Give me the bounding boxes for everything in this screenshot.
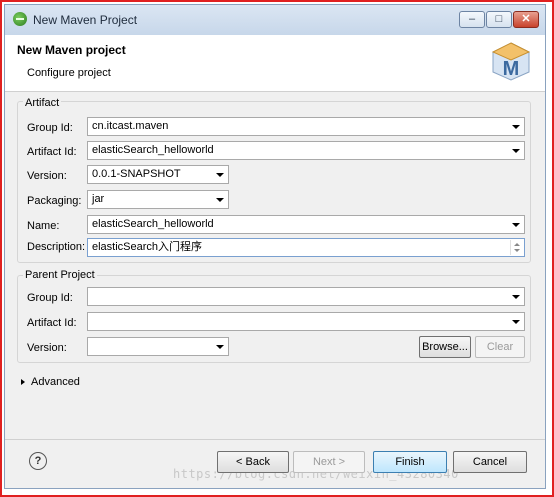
parent-version-combo[interactable] xyxy=(87,337,229,356)
group-id-combo[interactable]: cn.itcast.maven xyxy=(87,117,525,136)
footer-divider xyxy=(5,439,545,440)
close-button[interactable]: ✕ xyxy=(513,11,539,28)
chevron-down-icon xyxy=(512,223,520,227)
artifact-legend: Artifact xyxy=(23,97,62,109)
description-label: Description: xyxy=(27,241,86,253)
page-title: New Maven project xyxy=(17,43,126,57)
browse-button[interactable]: Browse... xyxy=(419,336,471,358)
packaging-label: Packaging: xyxy=(27,195,82,207)
name-label: Name: xyxy=(27,220,60,232)
advanced-toggle[interactable]: Advanced xyxy=(21,376,80,388)
description-textarea[interactable]: elasticSearch入门程序 xyxy=(87,238,525,257)
window-title: New Maven Project xyxy=(33,13,138,27)
parent-project-legend: Parent Project xyxy=(23,269,97,281)
packaging-value: jar xyxy=(92,193,105,205)
back-button[interactable]: < Back xyxy=(217,451,289,473)
version-value: 0.0.1-SNAPSHOT xyxy=(92,168,181,180)
chevron-down-icon xyxy=(512,125,520,129)
cancel-button[interactable]: Cancel xyxy=(453,451,527,473)
chevron-down-icon xyxy=(216,345,224,349)
maven-logo-icon: M xyxy=(491,42,531,81)
maximize-button[interactable]: □ xyxy=(486,11,512,28)
minimize-button[interactable]: – xyxy=(459,11,485,28)
name-value: elasticSearch_helloworld xyxy=(92,218,214,230)
scroll-up-icon xyxy=(514,243,520,246)
maven-logo-letter: M xyxy=(503,58,520,80)
artifact-id-label: Artifact Id: xyxy=(27,146,77,158)
parent-artifact-id-label: Artifact Id: xyxy=(27,317,77,329)
finish-button[interactable]: Finish xyxy=(373,451,447,473)
scroll-spinner[interactable] xyxy=(510,240,523,255)
group-id-label: Group Id: xyxy=(27,122,73,134)
version-label: Version: xyxy=(27,170,67,182)
advanced-label: Advanced xyxy=(31,376,80,388)
description-value: elasticSearch入门程序 xyxy=(92,241,203,253)
expand-triangle-icon xyxy=(21,379,25,386)
chevron-down-icon xyxy=(216,173,224,177)
parent-group-id-combo[interactable] xyxy=(87,287,525,306)
wizard-header: New Maven project Configure project M xyxy=(5,35,545,92)
name-combo[interactable]: elasticSearch_helloworld xyxy=(87,215,525,234)
clear-button[interactable]: Clear xyxy=(475,336,525,358)
artifact-id-combo[interactable]: elasticSearch_helloworld xyxy=(87,141,525,160)
chevron-down-icon xyxy=(512,295,520,299)
title-bar: New Maven Project – □ ✕ xyxy=(5,5,545,35)
chevron-down-icon xyxy=(512,149,520,153)
version-combo[interactable]: 0.0.1-SNAPSHOT xyxy=(87,165,229,184)
artifact-id-value: elasticSearch_helloworld xyxy=(92,144,214,156)
packaging-combo[interactable]: jar xyxy=(87,190,229,209)
parent-version-label: Version: xyxy=(27,342,67,354)
dialog-window: New Maven Project – □ ✕ New Maven projec… xyxy=(4,4,546,489)
parent-group-id-label: Group Id: xyxy=(27,292,73,304)
parent-artifact-id-combo[interactable] xyxy=(87,312,525,331)
chevron-down-icon xyxy=(216,198,224,202)
help-icon[interactable]: ? xyxy=(29,452,47,470)
chevron-down-icon xyxy=(512,320,520,324)
scroll-down-icon xyxy=(514,249,520,252)
page-subtitle: Configure project xyxy=(27,67,111,79)
eclipse-icon xyxy=(13,12,27,26)
group-id-value: cn.itcast.maven xyxy=(92,120,169,132)
next-button[interactable]: Next > xyxy=(293,451,365,473)
